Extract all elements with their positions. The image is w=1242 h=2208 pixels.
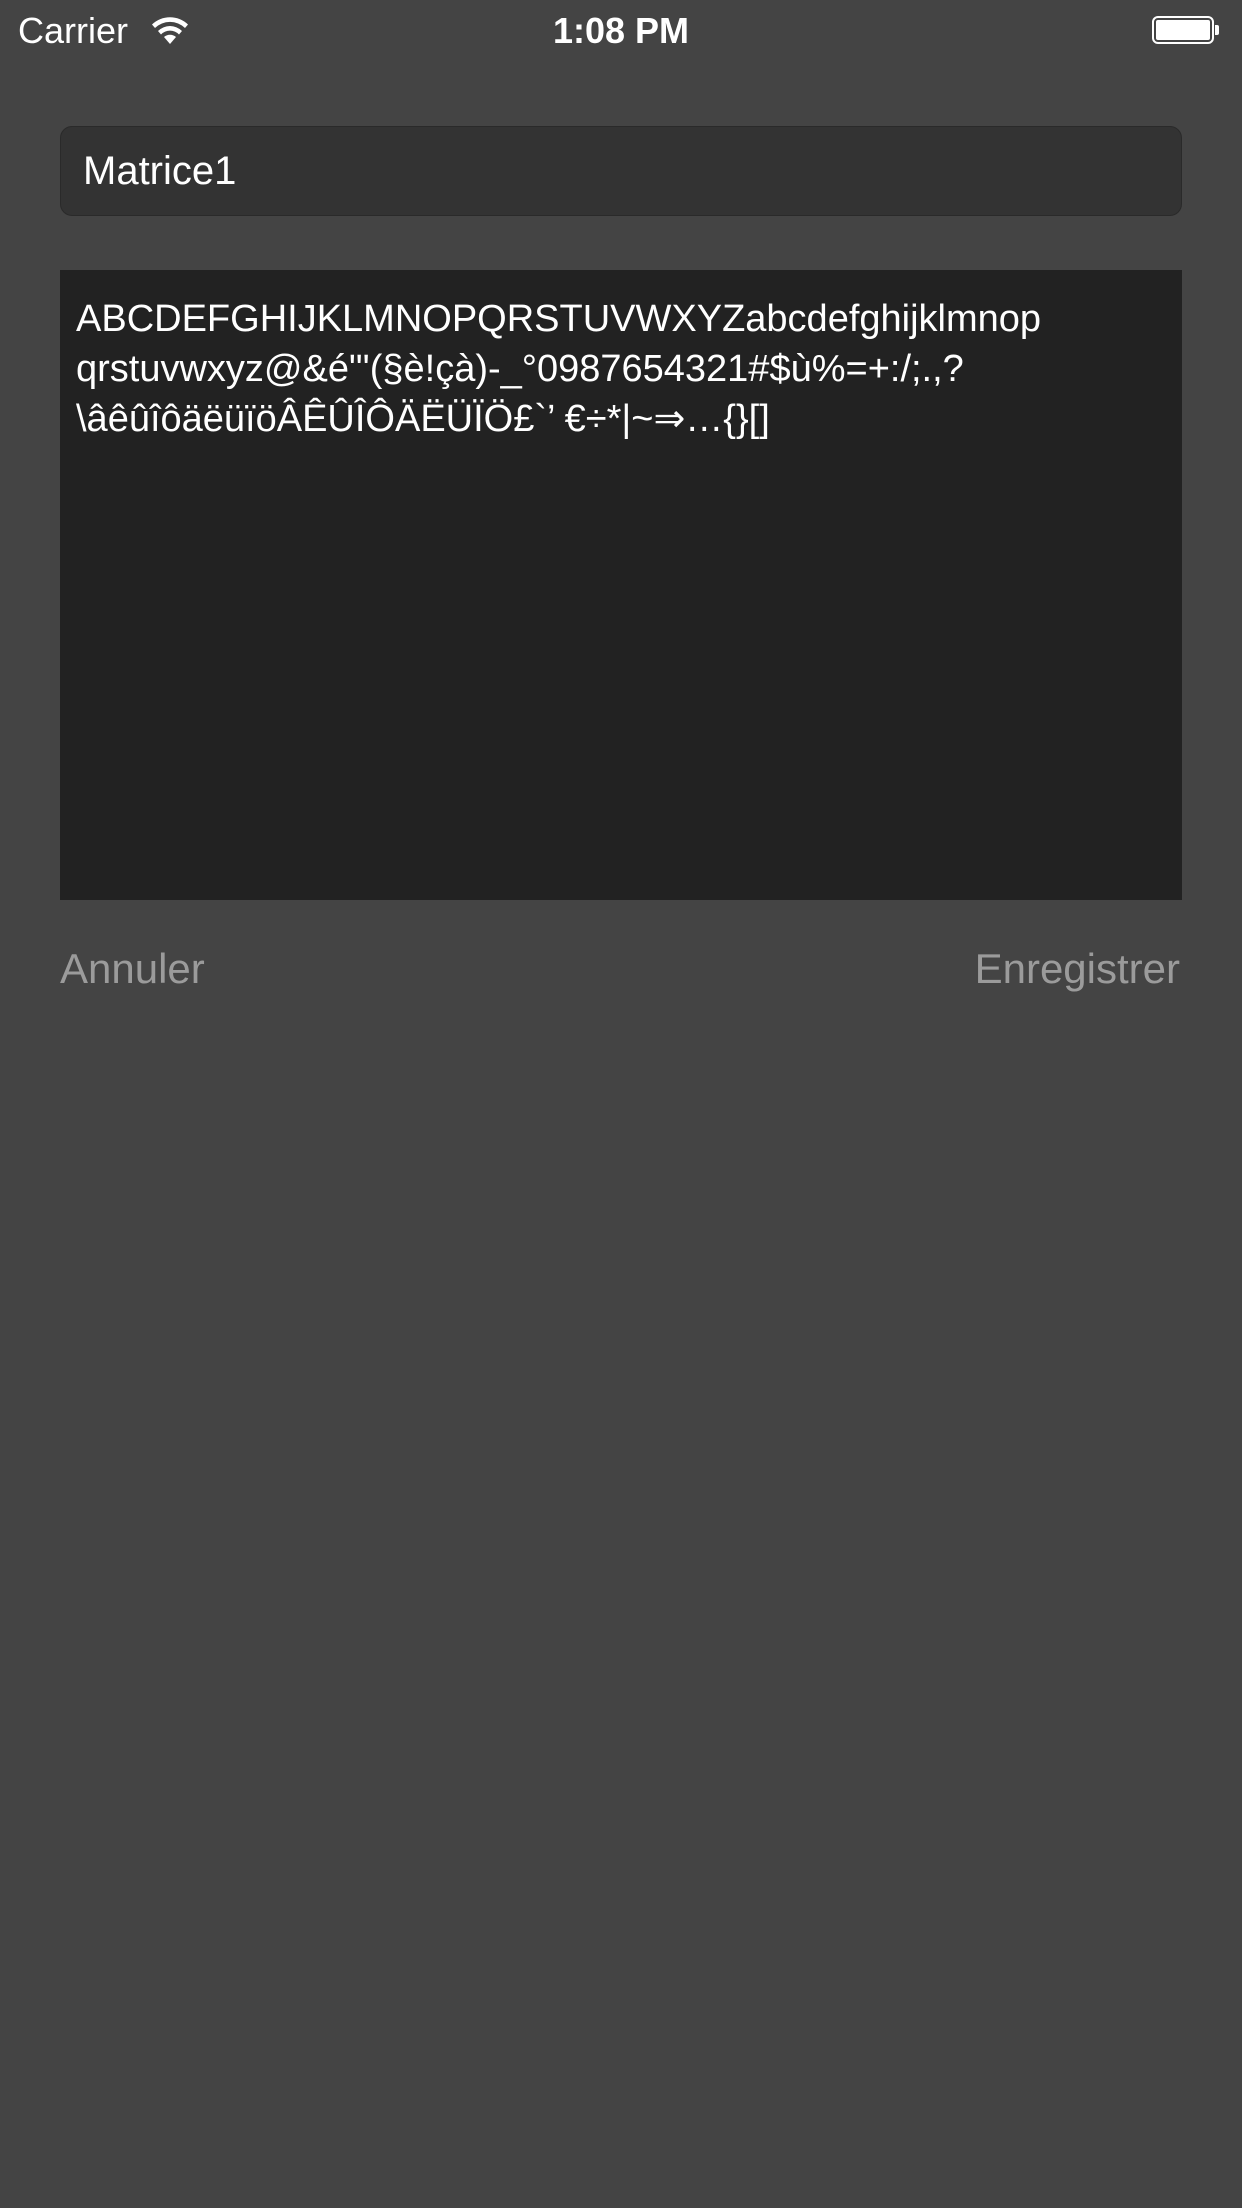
screen: Carrier 1:08 PM Matrice1 ABCDEFGHIJKLMNO… xyxy=(0,0,1242,2208)
content-textarea[interactable]: ABCDEFGHIJKLMNOPQRSTUVWXYZabcdefghijklmn… xyxy=(60,270,1182,900)
cancel-button[interactable]: Annuler xyxy=(60,944,205,994)
clock: 1:08 PM xyxy=(552,10,690,51)
battery-level-fill xyxy=(1156,20,1210,40)
title-input[interactable]: Matrice1 xyxy=(60,126,1182,216)
save-button[interactable]: Enregistrer xyxy=(975,944,1180,994)
status-bar: Carrier 1:08 PM xyxy=(0,0,1242,60)
battery-icon xyxy=(1152,16,1219,46)
